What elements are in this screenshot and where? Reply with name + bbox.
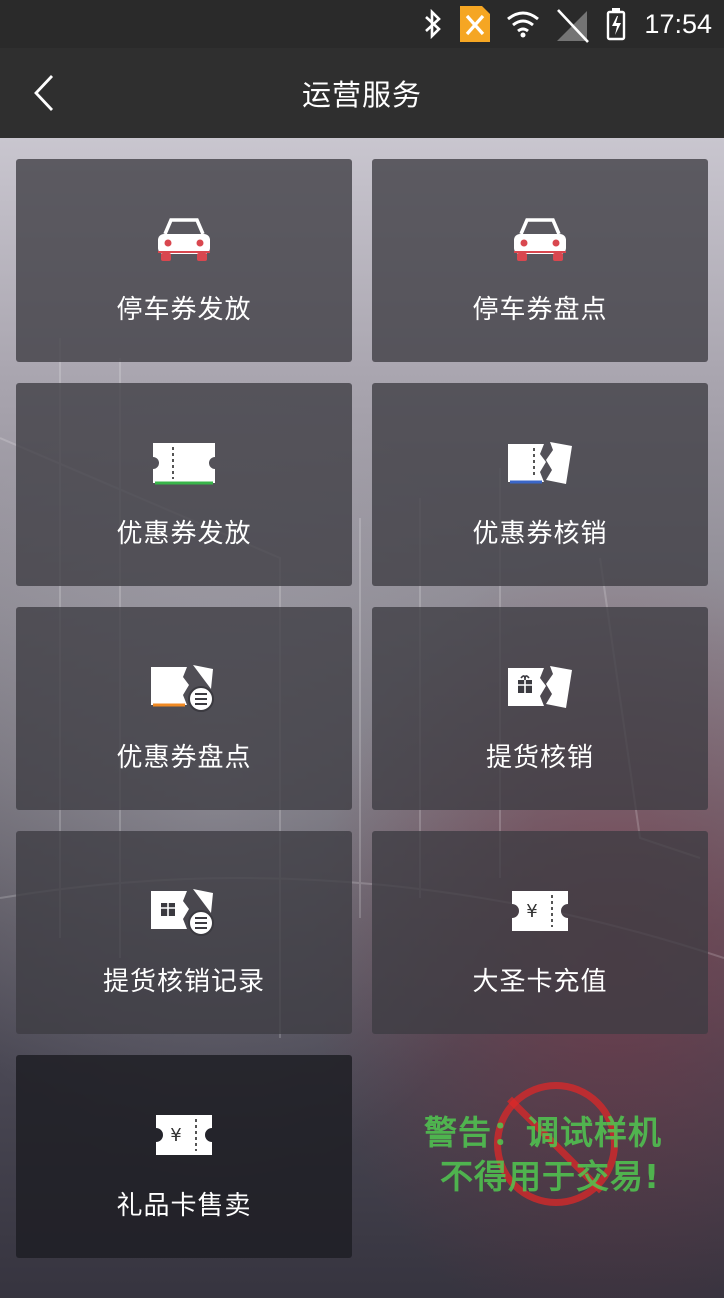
status-time: 17:54 xyxy=(644,8,712,39)
yen-card-icon: ¥ xyxy=(154,1107,214,1163)
app-header: 运营服务 xyxy=(0,48,724,138)
warning-line-2: 不得用于交易! xyxy=(440,1157,661,1196)
tile-parking-coupon-issue[interactable]: 停车券发放 xyxy=(16,159,352,362)
tile-label: 提货核销记录 xyxy=(102,967,265,997)
car-icon xyxy=(509,211,571,267)
tile-pickup-redeem[interactable]: 提货核销 xyxy=(372,607,708,810)
status-bar: 17:54 xyxy=(0,0,724,48)
car-icon xyxy=(153,211,215,267)
tile-dasheng-card-topup[interactable]: ¥ 大圣卡充值 xyxy=(372,831,708,1034)
tile-coupon-inventory[interactable]: 优惠券盘点 xyxy=(16,607,352,810)
wifi-icon xyxy=(506,10,540,38)
tile-label: 优惠券发放 xyxy=(116,519,252,549)
tile-coupon-redeem[interactable]: 优惠券核销 xyxy=(372,383,708,586)
tile-label: 礼品卡售卖 xyxy=(116,1191,252,1221)
ticket-list-icon xyxy=(149,659,219,715)
no-signal-icon xyxy=(554,4,592,44)
tile-pickup-redeem-records[interactable]: 提货核销记录 xyxy=(16,831,352,1034)
yen-card-icon: ¥ xyxy=(510,883,570,939)
tile-label: 优惠券盘点 xyxy=(116,743,252,773)
tile-label: 提货核销 xyxy=(485,743,594,773)
page-title: 运营服务 xyxy=(301,78,422,112)
tile-label: 停车券盘点 xyxy=(472,295,608,325)
bluetooth-icon xyxy=(422,9,444,39)
ticket-icon xyxy=(151,435,217,491)
tile-coupon-issue[interactable]: 优惠券发放 xyxy=(16,383,352,586)
torn-ticket-icon xyxy=(506,435,574,491)
gift-ticket-list-icon xyxy=(149,883,219,939)
tile-parking-coupon-inventory[interactable]: 停车券盘点 xyxy=(372,159,708,362)
svg-text:¥: ¥ xyxy=(170,1125,181,1146)
tile-label: 优惠券核销 xyxy=(472,519,608,549)
sim-x-icon xyxy=(458,4,492,44)
tile-label: 大圣卡充值 xyxy=(472,967,608,997)
battery-icon xyxy=(606,7,626,41)
gift-ticket-icon xyxy=(506,659,574,715)
chevron-left-icon xyxy=(34,75,54,111)
tile-label: 停车券发放 xyxy=(116,295,252,325)
svg-text:¥: ¥ xyxy=(526,901,537,922)
warning-line-1: 警告：调试样机 xyxy=(424,1113,662,1152)
debug-warning-watermark: 警告：调试样机 不得用于交易! xyxy=(424,1080,694,1220)
back-button[interactable] xyxy=(22,70,66,116)
tile-gift-card-sale[interactable]: ¥ 礼品卡售卖 xyxy=(16,1055,352,1258)
